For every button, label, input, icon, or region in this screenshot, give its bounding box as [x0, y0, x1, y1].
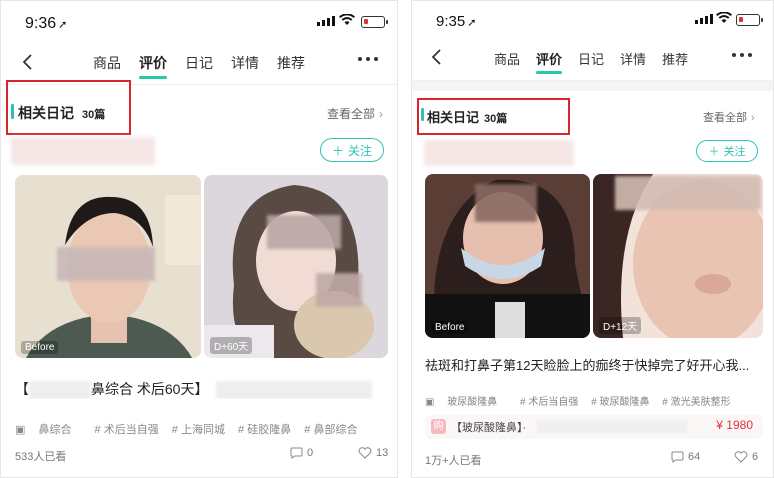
- heart-icon: [358, 447, 372, 459]
- highlight-box: [417, 98, 570, 135]
- battery-icon: [361, 16, 388, 28]
- face-redaction: [475, 184, 537, 222]
- location-arrow-icon: ➚: [58, 19, 68, 31]
- tab-recommend[interactable]: 推荐: [662, 49, 688, 76]
- follow-button[interactable]: ＋关注: [320, 138, 384, 162]
- tab-diary[interactable]: 日记: [578, 49, 604, 76]
- top-nav: 商品 评价 日记 详情 推荐: [1, 41, 397, 85]
- plus-icon: ＋: [331, 143, 344, 158]
- like-count[interactable]: 13: [358, 447, 388, 459]
- tag-item[interactable]: ▣ 玻尿酸隆鼻: [425, 397, 507, 408]
- wifi-icon: [716, 12, 732, 23]
- chevron-right-icon: ›: [751, 112, 755, 124]
- tab-bar: 商品 评价 日记 详情 推荐: [93, 53, 305, 81]
- product-name: 【玻尿酸隆鼻】·: [451, 422, 527, 434]
- tab-diary[interactable]: 日记: [185, 53, 213, 81]
- signal-icon: [317, 16, 335, 26]
- status-time: 9:36 ➚: [25, 15, 68, 32]
- after-photo[interactable]: D+60天: [204, 175, 388, 358]
- tag-item[interactable]: # 硅胶隆鼻: [238, 424, 291, 436]
- tag-item[interactable]: # 术后当自强: [95, 424, 159, 436]
- tag-list: ▣ 鼻综合 # 术后当自强 # 上海同城 # 硅胶隆鼻 # 鼻部综合: [15, 421, 367, 437]
- view-all-link[interactable]: 查看全部 ›: [703, 109, 755, 125]
- post-title[interactable]: 祛斑和打鼻子第12天睑脸上的痂终于快掉完了好开心我...: [425, 355, 765, 374]
- status-time: 9:35 ➚: [436, 13, 477, 30]
- tab-products[interactable]: 商品: [93, 53, 121, 81]
- comment-icon: [671, 451, 684, 463]
- tag-item[interactable]: # 鼻部综合: [304, 424, 357, 436]
- product-price: ¥ 1980: [716, 418, 753, 432]
- tag-item[interactable]: ▣ 鼻综合: [15, 424, 81, 436]
- title-redaction: [216, 381, 373, 400]
- title-redaction: [29, 381, 91, 400]
- top-nav: 商品 评价 日记 详情 推荐: [412, 37, 773, 81]
- more-dots-icon[interactable]: [732, 53, 752, 57]
- view-count: 1万+人已看: [425, 455, 482, 467]
- highlight-box: [6, 80, 131, 135]
- diary-icon: ▣: [425, 397, 435, 408]
- tag-list: ▣ 玻尿酸隆鼻 # 术后当自强 # 玻尿酸隆鼻 # 激光美肤整形: [425, 393, 741, 408]
- left-screen: 9:36 ➚ 商品 评价 日记 详情 推荐 相关日记 30篇 查看全部 › ＋关注: [0, 0, 398, 478]
- photo-tag: D+12天: [599, 317, 642, 334]
- face-redaction: [615, 176, 761, 210]
- back-chevron-icon[interactable]: [428, 48, 446, 66]
- shopping-icon: 购: [431, 419, 446, 434]
- face-redaction: [57, 247, 155, 281]
- photo-tag: Before: [21, 341, 59, 354]
- tab-recommend[interactable]: 推荐: [277, 53, 305, 81]
- like-count[interactable]: 6: [734, 451, 758, 463]
- username-redacted: [424, 140, 574, 166]
- tag-item[interactable]: # 上海同城: [172, 424, 225, 436]
- right-screen: 9:35 ➚ 商品 评价 日记 详情 推荐 相关日记 30篇 查看全部 › ＋关注: [411, 0, 774, 478]
- view-all-link[interactable]: 查看全部 ›: [327, 105, 383, 122]
- tag-item[interactable]: # 玻尿酸隆鼻: [591, 397, 649, 408]
- location-arrow-icon: ➚: [467, 17, 477, 29]
- status-bar: 9:36 ➚: [1, 1, 397, 41]
- post-title[interactable]: 【鼻综合 术后60天】: [15, 379, 385, 400]
- tab-products[interactable]: 商品: [494, 49, 520, 76]
- tab-details[interactable]: 详情: [231, 53, 259, 81]
- after-photo[interactable]: D+12天: [593, 174, 763, 338]
- photo-tag: D+60天: [210, 337, 253, 354]
- status-bar: 9:35 ➚: [412, 1, 773, 41]
- tab-reviews[interactable]: 评价: [536, 49, 563, 76]
- chevron-right-icon: ›: [379, 107, 384, 121]
- face-redaction: [316, 273, 362, 307]
- comment-count[interactable]: 64: [671, 451, 700, 463]
- face-illustration: [204, 175, 388, 358]
- diary-icon: ▣: [15, 424, 26, 436]
- plus-icon: ＋: [708, 146, 720, 158]
- tag-item[interactable]: # 激光美肤整形: [662, 397, 730, 408]
- heart-icon: [734, 451, 748, 463]
- wifi-icon: [339, 14, 355, 25]
- tab-bar: 商品 评价 日记 详情 推荐: [494, 49, 688, 76]
- before-photo[interactable]: Before: [425, 174, 590, 338]
- section-divider: [412, 81, 773, 91]
- tab-details[interactable]: 详情: [620, 49, 646, 76]
- comment-count[interactable]: 0: [290, 447, 313, 459]
- face-redaction: [267, 215, 341, 249]
- more-dots-icon[interactable]: [358, 57, 378, 61]
- photo-tag: Before: [431, 321, 469, 334]
- battery-icon: [736, 14, 763, 26]
- username-redacted: [11, 137, 155, 165]
- comment-icon: [290, 447, 303, 459]
- signal-icon: [695, 14, 713, 24]
- tag-item[interactable]: # 术后当自强: [520, 397, 578, 408]
- product-name-redaction: [537, 421, 687, 433]
- follow-button[interactable]: ＋关注: [696, 140, 758, 162]
- tab-reviews[interactable]: 评价: [139, 53, 167, 81]
- before-photo[interactable]: Before: [15, 175, 201, 358]
- product-card[interactable]: 购 【玻尿酸隆鼻】· ¥ 1980: [425, 415, 763, 439]
- view-count: 533人已看: [15, 451, 67, 463]
- back-chevron-icon[interactable]: [19, 53, 37, 71]
